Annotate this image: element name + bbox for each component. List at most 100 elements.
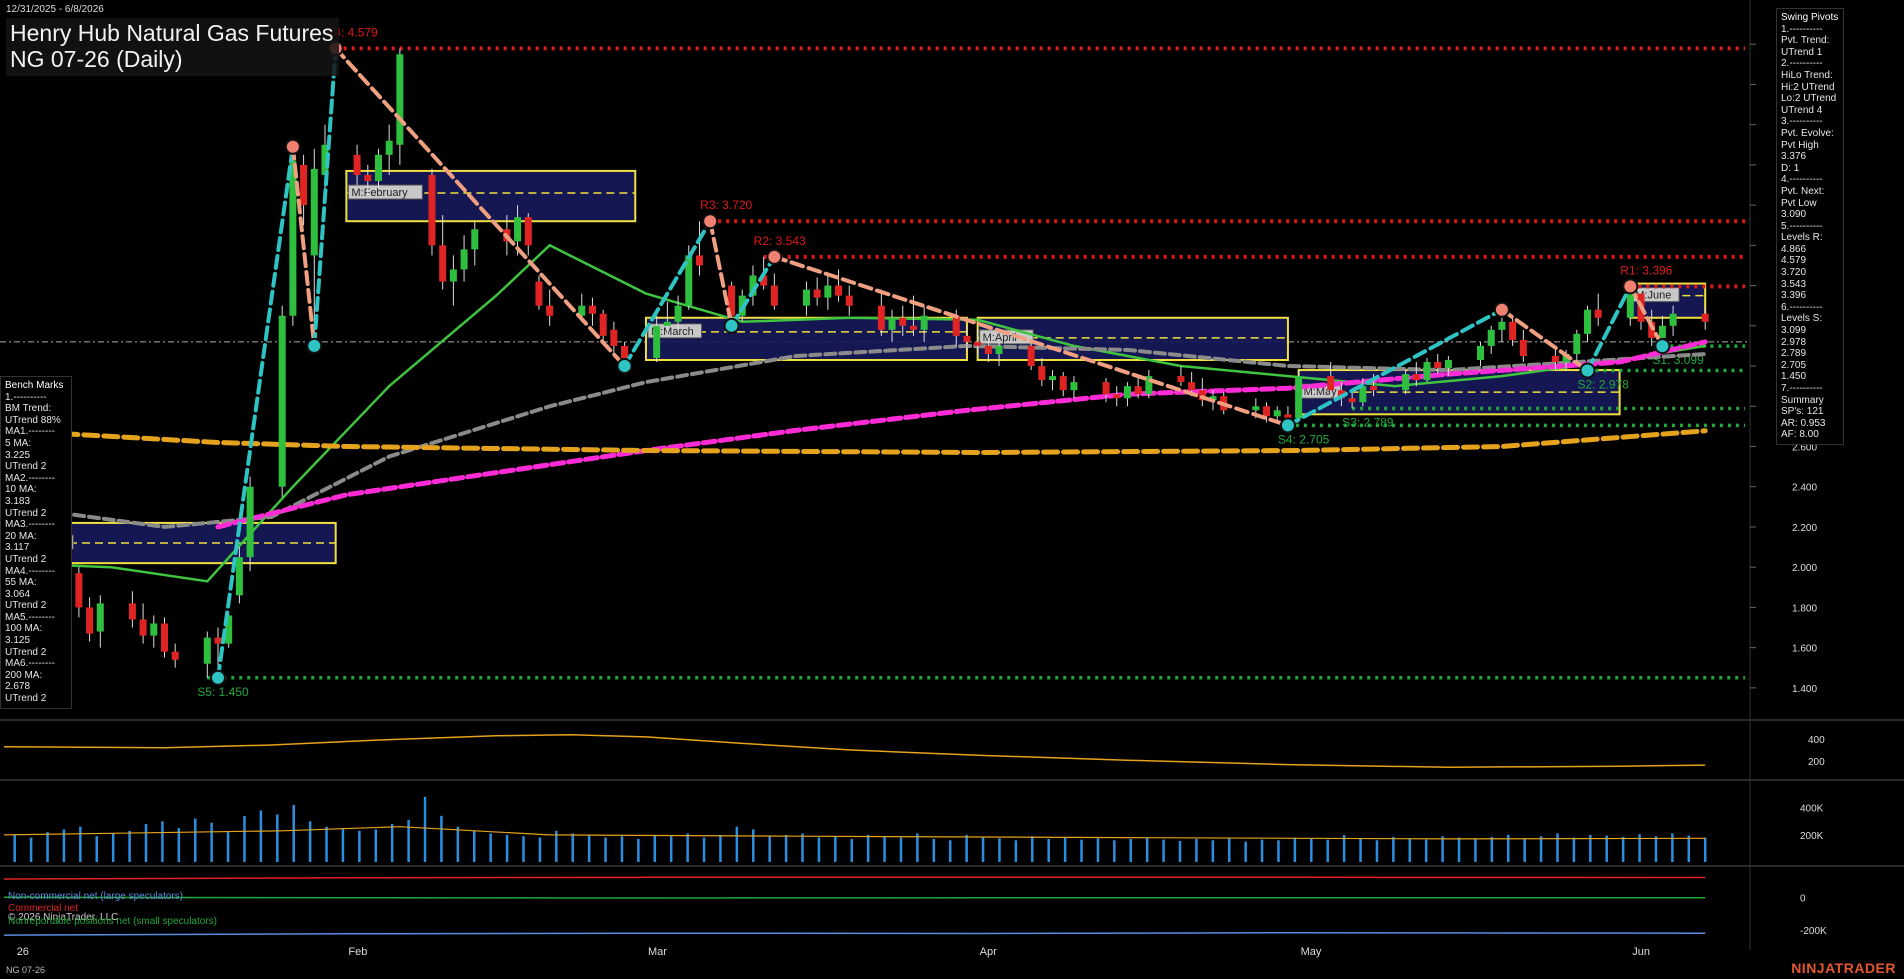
- swing-pivots-line: Levels S:: [1781, 313, 1823, 325]
- candle-body: [974, 341, 982, 346]
- cot-series-line: [3, 931, 1706, 936]
- candle-body: [1434, 362, 1442, 369]
- candle-body: [1402, 374, 1410, 391]
- swing-pivot-marker: [1622, 278, 1639, 295]
- candle-body: [1551, 355, 1559, 363]
- swing-pivots-line: 3.090: [1781, 209, 1807, 221]
- candle-body: [599, 313, 607, 336]
- swing-pivot-marker: [284, 138, 301, 155]
- candle-body: [1594, 309, 1602, 318]
- candle-body: [1070, 382, 1078, 391]
- candle-body: [310, 168, 318, 256]
- bench-marks-line: MA5.--------: [5, 611, 55, 623]
- bench-marks-line: MA2.--------: [5, 472, 55, 484]
- volume-y-tick: 200K: [1800, 831, 1824, 842]
- candle-body: [75, 573, 83, 608]
- support-label: S4: 2.705: [1278, 432, 1330, 446]
- swing-pivots-line: 3.376: [1781, 151, 1807, 163]
- swing-pivot-marker: [1493, 301, 1510, 318]
- bench-marks-line: 55 MA:: [5, 577, 37, 589]
- y-tick-label: 1.400: [1792, 684, 1817, 695]
- swing-pivots-line: 3.396: [1781, 290, 1807, 302]
- price-chart-canvas[interactable]: 4.6004.4004.2004.0003.8003.6003.4003.200…: [0, 0, 1904, 979]
- swing-pivots-line: 6.----------: [1781, 301, 1823, 313]
- candle-body: [471, 229, 479, 250]
- candle-body: [995, 345, 1003, 354]
- swing-pivot-marker: [1654, 338, 1671, 355]
- candle-body: [160, 623, 168, 652]
- swing-pivots-line: 1.----------: [1781, 23, 1823, 35]
- candle-body: [877, 305, 885, 330]
- volume-y-tick: 400K: [1800, 804, 1824, 815]
- candle-body: [1498, 321, 1506, 330]
- bench-marks-line: 3.064: [5, 588, 31, 600]
- candle-body: [824, 285, 832, 298]
- candle-body: [278, 315, 286, 487]
- candle-body: [1038, 366, 1046, 381]
- cot-series-line: [3, 876, 1706, 880]
- candle-body: [514, 217, 522, 242]
- candle-body: [610, 329, 618, 346]
- x-tick-label: Feb: [348, 946, 367, 958]
- swing-pivots-line: 2.705: [1781, 359, 1807, 371]
- candle-body: [86, 607, 94, 634]
- swing-leg: [708, 219, 734, 328]
- bench-marks-line: 5 MA:: [5, 437, 32, 449]
- candle-body: [835, 285, 843, 296]
- swing-pivots-line: 5.----------: [1781, 220, 1823, 232]
- x-tick-label: Mar: [648, 946, 667, 958]
- swing-pivots-line: Hi:2 UTrend: [1781, 81, 1835, 93]
- indicator-line: [3, 733, 1706, 769]
- candle-body: [171, 651, 179, 660]
- monthly-zone-label: M:April: [983, 332, 1017, 344]
- bench-marks-line: UTrend 2: [5, 507, 47, 519]
- candle-body: [663, 321, 671, 326]
- swing-pivots-line: HiLo Trend:: [1781, 69, 1833, 81]
- indicator-y-tick: 200: [1808, 757, 1825, 768]
- candle-body: [1123, 386, 1131, 399]
- swing-pivots-line: Swing Pivots: [1781, 12, 1839, 23]
- x-tick-label: May: [1301, 946, 1322, 958]
- support-label: S2: 2.978: [1578, 377, 1630, 391]
- candle-body: [96, 603, 104, 632]
- candle-body: [439, 245, 447, 282]
- candle-body: [1669, 313, 1677, 326]
- candle-body: [1188, 382, 1196, 391]
- bench-marks-line: MA1.--------: [5, 426, 55, 438]
- candle-body: [1626, 293, 1634, 318]
- swing-pivots-line: UTrend 1: [1781, 46, 1823, 58]
- indicator-y-tick: 400: [1808, 735, 1825, 746]
- candle-body: [1519, 339, 1527, 356]
- candle-body: [428, 174, 436, 246]
- candle-body: [1263, 406, 1271, 417]
- candle-body: [396, 54, 404, 145]
- candle-body: [653, 325, 661, 358]
- cot-y-tick: 0: [1800, 894, 1806, 905]
- swing-pivots-line: 3.----------: [1781, 116, 1823, 128]
- cot-y-tick: -200K: [1800, 926, 1827, 937]
- chart-title: Henry Hub Natural Gas Futures: [10, 20, 334, 46]
- swing-pivot-marker: [702, 213, 719, 230]
- candle-body: [952, 315, 960, 336]
- candle-body: [920, 315, 928, 330]
- candle-body: [1059, 376, 1067, 391]
- candle-body: [802, 289, 810, 306]
- swing-pivots-line: Pvt. Evolve:: [1781, 127, 1834, 139]
- bench-marks-line: 100 MA:: [5, 623, 43, 635]
- bench-marks-line: UTrend 2: [5, 646, 47, 658]
- candle-body: [1573, 333, 1581, 354]
- bench-marks-line: UTrend 2: [5, 600, 47, 612]
- candle-body: [203, 637, 211, 664]
- date-range: 12/31/2025 - 6/8/2026: [6, 4, 104, 15]
- resistance-label: R2: 3.543: [754, 234, 806, 248]
- bench-marks-line: 200 MA:: [5, 669, 43, 681]
- candle-body: [128, 603, 136, 620]
- y-tick-label: 1.600: [1792, 644, 1817, 655]
- swing-pivot-marker: [616, 358, 633, 375]
- candle-body: [1359, 386, 1367, 403]
- candle-body: [353, 154, 361, 175]
- swing-pivots-line: SP's: 121: [1781, 406, 1824, 418]
- swing-pivot-marker: [1579, 362, 1596, 379]
- y-tick-label: 2.200: [1792, 523, 1817, 534]
- x-tick-label: 26: [17, 946, 29, 958]
